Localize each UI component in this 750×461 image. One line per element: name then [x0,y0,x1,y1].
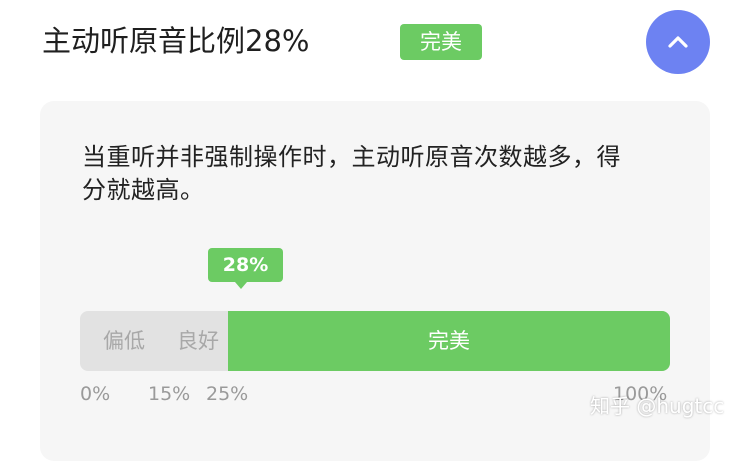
segment-low: 偏低 [103,329,145,353]
segment-good: 良好 [177,329,219,353]
scale-tick-15: 15% [148,383,191,405]
score-scale-bar: 偏低 良好 完美 [80,311,670,371]
page-title: 主动听原音比例28% [42,24,310,58]
score-description: 当重听并非强制操作时，主动听原音次数越多，得分就越高。 [82,143,621,204]
segment-perfect: 完美 [228,311,670,371]
status-badge: 完美 [400,24,482,60]
score-indicator-label: 28% [208,248,283,282]
scale-tick-25: 25% [206,383,249,405]
chevron-up-icon [668,36,688,48]
score-indicator-pointer [235,282,247,289]
scale-tick-0: 0% [80,383,111,405]
collapse-button[interactable] [646,10,710,74]
watermark: 知乎 @hugtcc [590,394,725,418]
